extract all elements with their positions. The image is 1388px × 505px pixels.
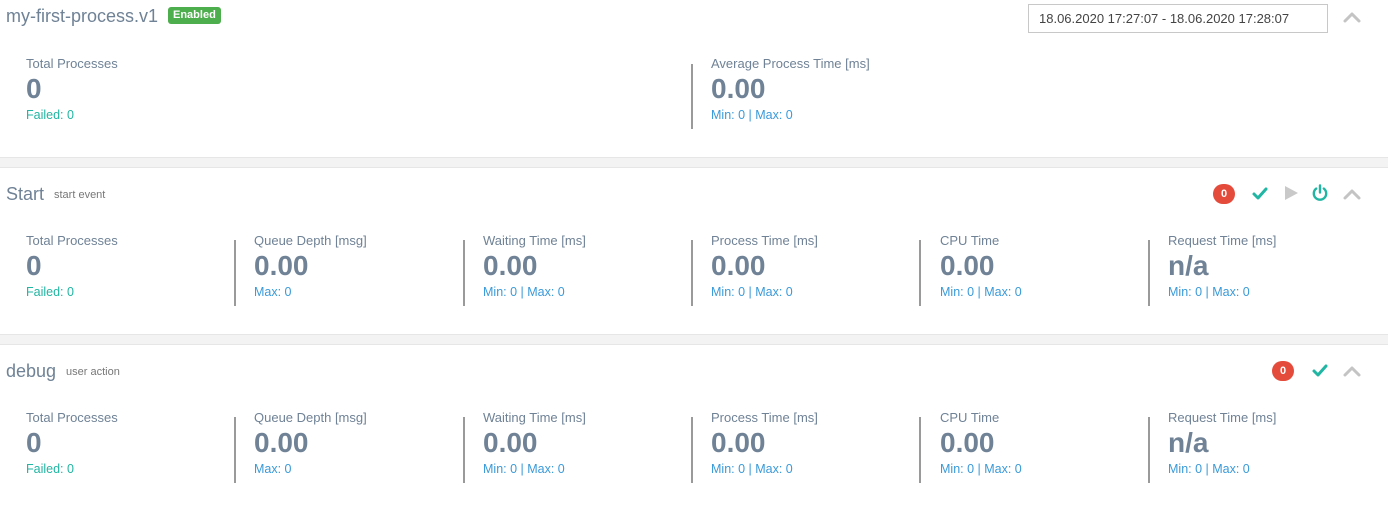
date-range-picker[interactable]: 18.06.2020 17:27:07 - 18.06.2020 17:28:0… <box>1028 4 1328 33</box>
check-icon[interactable] <box>1251 185 1269 203</box>
divider <box>691 240 693 306</box>
divider <box>1148 417 1150 483</box>
stat-value: n/a <box>1168 250 1209 281</box>
stat-label: Total Processes <box>26 410 118 425</box>
stat-value: 0.00 <box>940 250 995 281</box>
step-panel-start: Start start event 0 Total Processes 0 Fa… <box>0 168 1388 334</box>
stat-label: CPU Time <box>940 233 1000 248</box>
divider <box>234 240 236 306</box>
stat-minmax[interactable]: Min: 0 | Max: 0 <box>711 285 793 299</box>
stat-minmax[interactable]: Min: 0 | Max: 0 <box>1168 462 1250 476</box>
stat-label: Process Time [ms] <box>711 410 818 425</box>
stat-minmax[interactable]: Min: 0 | Max: 0 <box>483 462 565 476</box>
stat-value: 0 <box>26 73 42 104</box>
stat-label: Average Process Time [ms] <box>711 56 870 71</box>
stat-label: Waiting Time [ms] <box>483 233 586 248</box>
stat-label: Request Time [ms] <box>1168 410 1277 425</box>
process-panel: my-first-process.v1 Enabled 18.06.2020 1… <box>0 0 1388 157</box>
stat-minmax[interactable]: Min: 0 | Max: 0 <box>940 285 1022 299</box>
stat-value: n/a <box>1168 427 1209 458</box>
stat-label: Process Time [ms] <box>711 233 818 248</box>
divider <box>1148 240 1150 306</box>
stat-label: Queue Depth [msg] <box>254 410 367 425</box>
stat-value: 0 <box>26 250 42 281</box>
stat-label: Waiting Time [ms] <box>483 410 586 425</box>
stat-value: 0.00 <box>483 427 538 458</box>
stat-value: 0.00 <box>254 250 309 281</box>
divider <box>463 240 465 306</box>
stat-value: 0.00 <box>711 427 766 458</box>
panel-separator <box>0 334 1388 345</box>
power-icon[interactable] <box>1311 184 1329 202</box>
panel-separator <box>0 157 1388 168</box>
error-count-badge[interactable]: 0 <box>1213 184 1235 204</box>
stat-label: Request Time [ms] <box>1168 233 1277 248</box>
stat-label: CPU Time <box>940 410 1000 425</box>
chevron-up-icon[interactable] <box>1342 187 1362 201</box>
stat-minmax[interactable]: Min: 0 | Max: 0 <box>940 462 1022 476</box>
status-badge: Enabled <box>168 7 221 24</box>
process-title: my-first-process.v1 <box>6 6 159 26</box>
stat-minmax[interactable]: Min: 0 | Max: 0 <box>483 285 565 299</box>
stat-minmax[interactable]: Min: 0 | Max: 0 <box>1168 285 1250 299</box>
stat-label: Queue Depth [msg] <box>254 233 367 248</box>
stat-max[interactable]: Max: 0 <box>254 285 292 299</box>
stat-value: 0.00 <box>483 250 538 281</box>
stat-value: 0.00 <box>940 427 995 458</box>
divider <box>691 417 693 483</box>
stat-value: 0.00 <box>711 250 766 281</box>
stat-minmax[interactable]: Min: 0 | Max: 0 <box>711 108 793 122</box>
step-type: start event <box>54 189 106 201</box>
stat-failed[interactable]: Failed: 0 <box>26 285 74 299</box>
divider <box>919 240 921 306</box>
divider <box>919 417 921 483</box>
step-panel-debug: debug user action 0 Total Processes 0 Fa… <box>0 345 1388 505</box>
error-count-badge[interactable]: 0 <box>1272 361 1294 381</box>
play-icon[interactable] <box>1282 184 1300 202</box>
stat-max[interactable]: Max: 0 <box>254 462 292 476</box>
step-title: debug <box>6 361 57 381</box>
divider <box>234 417 236 483</box>
stat-label: Total Processes <box>26 233 118 248</box>
check-icon[interactable] <box>1311 362 1329 380</box>
chevron-up-icon[interactable] <box>1342 364 1362 378</box>
stat-failed[interactable]: Failed: 0 <box>26 108 74 122</box>
step-title: Start <box>6 184 45 204</box>
stat-value: 0.00 <box>711 73 766 104</box>
chevron-up-icon[interactable] <box>1342 10 1362 24</box>
stat-failed[interactable]: Failed: 0 <box>26 462 74 476</box>
stat-value: 0 <box>26 427 42 458</box>
divider <box>691 64 693 129</box>
divider <box>463 417 465 483</box>
stat-label: Total Processes <box>26 56 118 71</box>
step-type: user action <box>66 366 120 378</box>
stat-value: 0.00 <box>254 427 309 458</box>
stat-minmax[interactable]: Min: 0 | Max: 0 <box>711 462 793 476</box>
